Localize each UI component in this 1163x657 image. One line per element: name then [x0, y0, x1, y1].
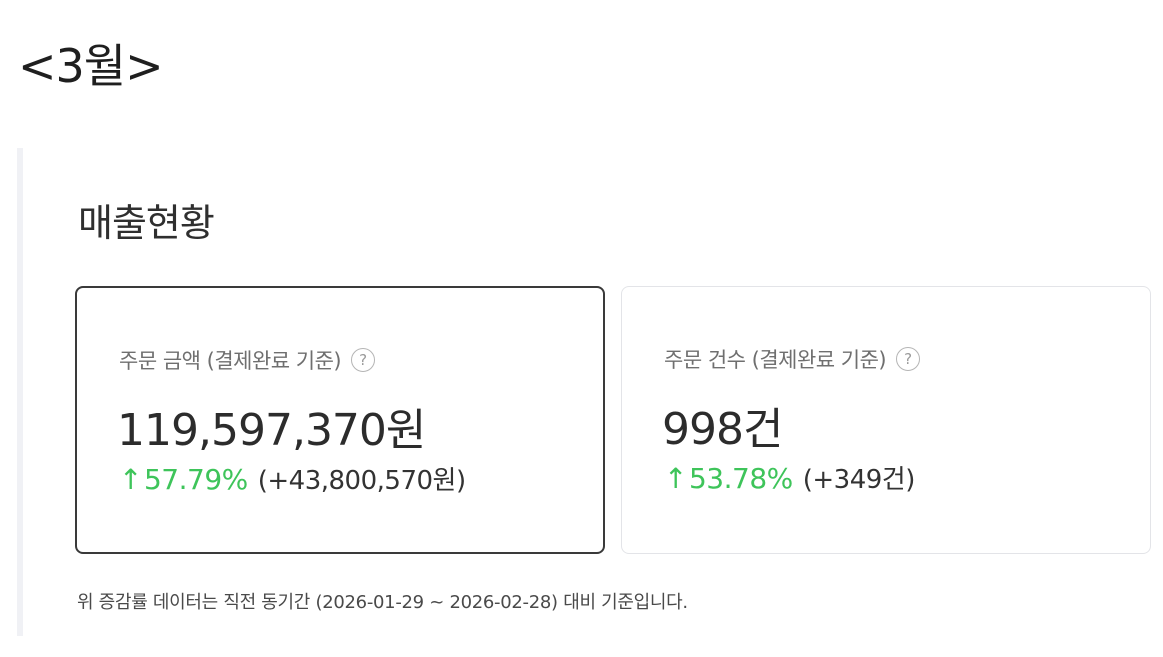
month-title: <3월> [18, 39, 164, 93]
comparison-footnote: 위 증감률 데이터는 직전 동기간 (2026-01-29 ~ 2026-02-… [77, 592, 688, 613]
order-count-change: ↑ 53.78% (+349건) [664, 459, 915, 496]
change-percent: ↑ 57.79% [119, 463, 248, 496]
change-difference: (+43,800,570원) [257, 466, 466, 496]
question-circle-icon[interactable]: ? [351, 348, 376, 372]
order-amount-change: ↑ 57.79% (+43,800,570원) [119, 460, 466, 497]
card-label-row: 주문 건수 (결제완료 기준) ? [664, 344, 921, 374]
sales-status-panel: 매출현황 주문 금액 (결제완료 기준) ? 119,597,370원 ↑ 57… [17, 148, 1163, 636]
order-amount-label: 주문 금액 (결제완료 기준) [119, 349, 342, 373]
order-amount-card[interactable]: 주문 금액 (결제완료 기준) ? 119,597,370원 ↑ 57.79% … [75, 286, 605, 554]
order-count-value: 998건 [662, 404, 783, 455]
question-circle-icon[interactable]: ? [896, 347, 921, 371]
card-label-row: 주문 금액 (결제완료 기준) ? [119, 345, 376, 375]
arrow-up-icon: ↑ [119, 463, 142, 496]
change-percent-value: 53.78% [688, 462, 793, 495]
order-count-label: 주문 건수 (결제완료 기준) [664, 348, 887, 372]
change-difference: (+349건) [802, 465, 916, 495]
panel-title: 매출현황 [78, 201, 215, 245]
change-percent: ↑ 53.78% [664, 462, 793, 495]
change-percent-value: 57.79% [143, 463, 248, 496]
order-amount-value: 119,597,370원 [117, 405, 426, 456]
arrow-up-icon: ↑ [664, 462, 687, 495]
order-count-card[interactable]: 주문 건수 (결제완료 기준) ? 998건 ↑ 53.78% (+349건) [621, 286, 1151, 554]
